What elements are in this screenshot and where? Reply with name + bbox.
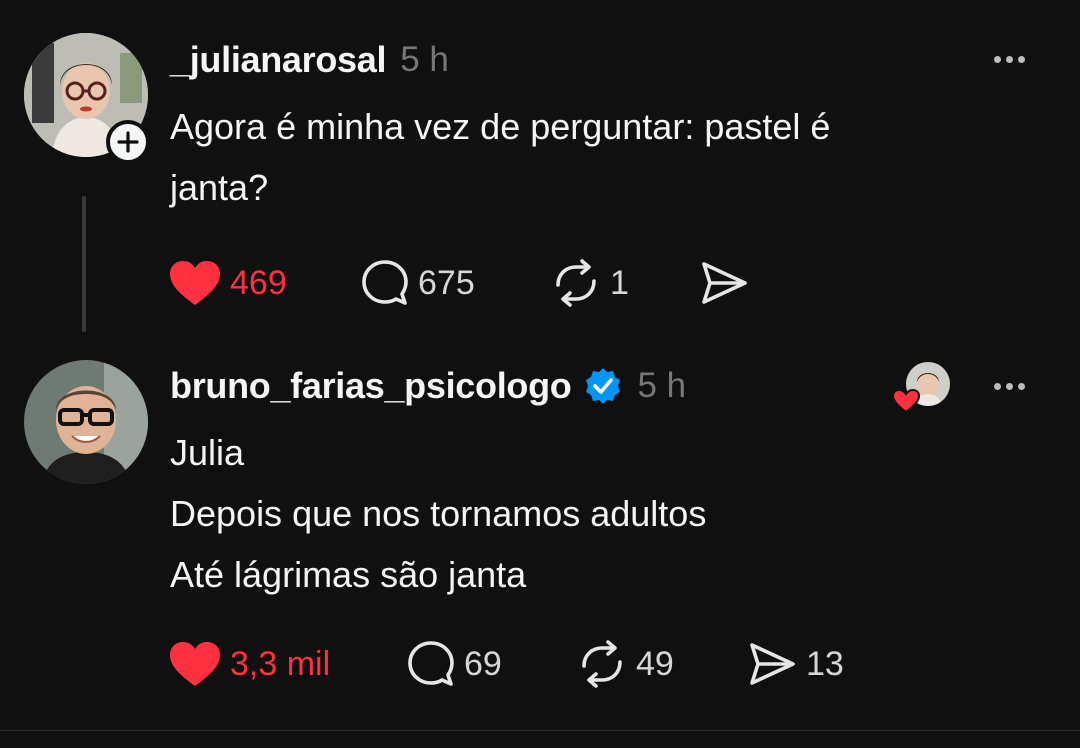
repost-icon	[582, 640, 622, 688]
post-text: Agora é minha vez de perguntar: pastel é…	[170, 96, 830, 218]
post-bruno-farias: bruno_farias_psicologo 5 h Julia Depois …	[0, 340, 1080, 730]
reply-button[interactable]: 675	[360, 258, 475, 308]
reply-count: 69	[464, 644, 502, 683]
heart-icon	[170, 261, 220, 305]
thread-line	[82, 196, 86, 332]
like-count: 469	[230, 263, 287, 302]
repost-count: 1	[610, 263, 629, 302]
post-text-line: Depois que nos tornamos adultos	[170, 493, 707, 534]
verified-badge-icon	[583, 366, 623, 406]
timestamp[interactable]: 5 h	[400, 40, 449, 80]
send-icon	[702, 262, 747, 304]
repost-count: 49	[636, 644, 674, 683]
post-text: Julia Depois que nos tornamos adultos At…	[170, 422, 706, 605]
timestamp[interactable]: 5 h	[637, 366, 686, 406]
post-text-line: Agora é minha vez de perguntar: pastel é	[170, 106, 831, 147]
username[interactable]: _julianarosal	[170, 39, 387, 81]
more-icon	[994, 55, 1001, 63]
plus-icon	[117, 131, 139, 153]
comment-icon	[408, 641, 454, 686]
share-count: 13	[806, 644, 844, 683]
post-text-line: Julia	[170, 432, 245, 473]
repost-icon	[556, 259, 596, 307]
username[interactable]: bruno_farias_psicologo	[170, 365, 572, 407]
more-icon	[994, 382, 1001, 390]
more-button[interactable]	[994, 54, 1032, 64]
comment-icon	[362, 260, 408, 305]
reply-button[interactable]: 69	[406, 639, 502, 689]
like-button[interactable]: 469	[168, 258, 287, 308]
avatar[interactable]	[24, 360, 148, 484]
heart-icon	[891, 388, 921, 419]
heart-icon	[170, 642, 220, 686]
share-button[interactable]	[698, 258, 758, 308]
like-count: 3,3 mil	[230, 644, 331, 683]
follow-button[interactable]	[106, 120, 150, 164]
repost-button[interactable]: 1	[550, 258, 629, 308]
reply-count: 675	[418, 263, 475, 302]
post-text-line: janta?	[170, 167, 269, 208]
post-julianarosal: _julianarosal 5 h Agora é minha vez de p…	[0, 0, 1080, 340]
like-button[interactable]: 3,3 mil	[168, 639, 330, 689]
post-text-line: Até lágrimas são janta	[170, 554, 527, 595]
divider	[0, 730, 1080, 731]
repost-button[interactable]: 49	[576, 639, 674, 689]
share-button[interactable]: 13	[746, 639, 844, 689]
more-button[interactable]	[994, 381, 1032, 391]
action-bar: 3,3 mil 69 49 13	[168, 639, 1068, 689]
send-icon	[750, 643, 795, 685]
action-bar: 469 675 1	[168, 258, 1068, 308]
